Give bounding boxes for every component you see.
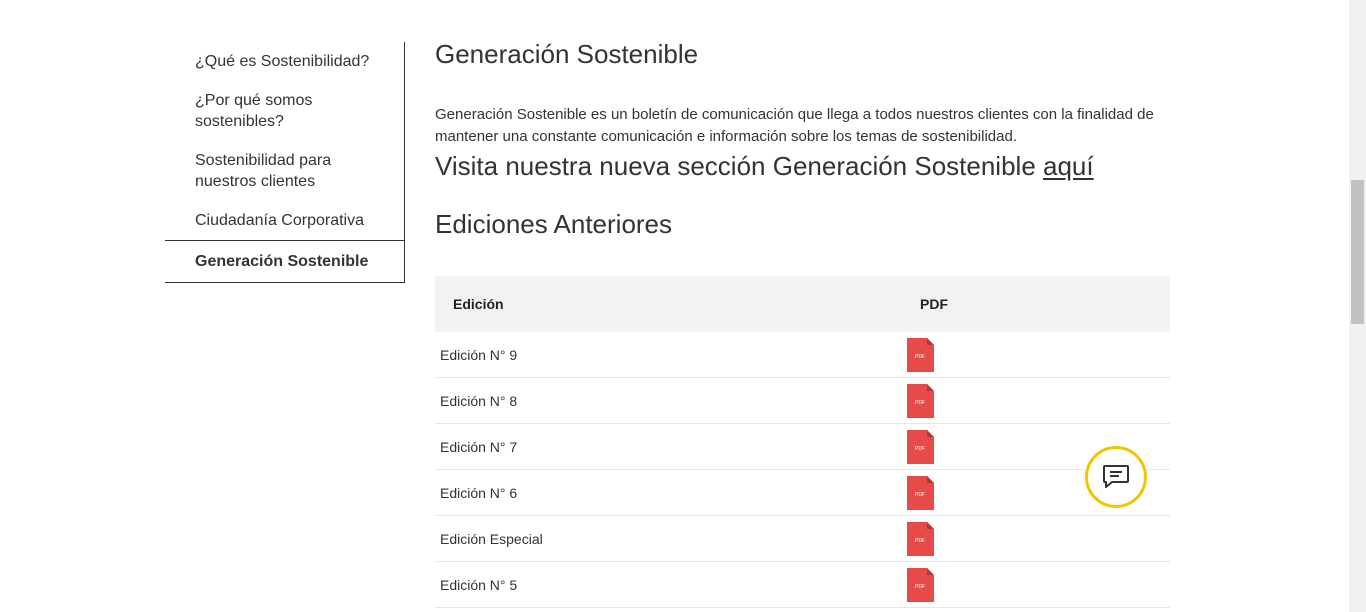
- svg-text:PDF: PDF: [915, 446, 925, 452]
- table-row: Edición N° 5 PDF: [435, 562, 1170, 608]
- table-header: Edición PDF: [435, 276, 1170, 332]
- svg-text:PDF: PDF: [915, 354, 925, 360]
- pdf-file-icon[interactable]: PDF: [907, 383, 934, 418]
- pdf-file-icon[interactable]: PDF: [907, 567, 934, 602]
- table-body: Edición N° 9 PDF Edición N° 8 PDF Edición N°…: [435, 332, 1170, 608]
- pdf-file-icon[interactable]: PDF: [907, 521, 934, 556]
- scrollbar-thumb[interactable]: [1351, 180, 1364, 324]
- sidebar-item-que-es-sostenibilidad[interactable]: ¿Qué es Sostenibilidad?: [165, 42, 404, 81]
- pdf-cell: PDF: [907, 337, 1170, 372]
- pdf-file-icon[interactable]: PDF: [907, 337, 934, 372]
- intro-paragraph: Generación Sostenible es un boletín de c…: [435, 106, 1154, 145]
- table-row: Edición N° 6 PDF: [435, 470, 1170, 516]
- sidebar-nav: ¿Qué es Sostenibilidad? ¿Por qué somos s…: [165, 42, 405, 283]
- vertical-scrollbar[interactable]: [1349, 0, 1366, 612]
- edition-name: Edición N° 6: [440, 484, 518, 501]
- visit-line: Visita nuestra nueva sección Generación …: [435, 148, 1170, 184]
- edition-name: Edición N° 8: [440, 392, 518, 409]
- sidebar-item-ciudadania-corporativa[interactable]: Ciudadanía Corporativa: [165, 201, 404, 240]
- chat-button[interactable]: [1085, 446, 1147, 508]
- column-header-pdf: PDF: [920, 296, 948, 312]
- edition-name: Edición Especial: [440, 530, 543, 547]
- pdf-cell: PDF: [907, 383, 1170, 418]
- pdf-cell: PDF: [907, 521, 1170, 556]
- column-header-edition: Edición: [453, 296, 504, 312]
- section-title: Ediciones Anteriores: [435, 209, 673, 239]
- svg-text:PDF: PDF: [915, 584, 925, 590]
- edition-name: Edición N° 7: [440, 438, 518, 455]
- svg-text:PDF: PDF: [915, 492, 925, 498]
- editions-table: Edición PDF Edición N° 9 PDF Edición N° 8 P…: [435, 276, 1170, 608]
- pdf-file-icon[interactable]: PDF: [907, 475, 934, 510]
- sidebar-item-por-que-somos-sostenibles[interactable]: ¿Por qué somos sostenibles?: [165, 81, 404, 141]
- visit-text: Visita nuestra nueva sección Generación …: [435, 151, 1044, 181]
- pdf-cell: PDF: [907, 567, 1170, 602]
- sidebar-item-sostenibilidad-clientes[interactable]: Sostenibilidad para nuestros clientes: [165, 141, 404, 201]
- chat-icon: [1103, 465, 1129, 488]
- visit-link[interactable]: aquí: [1043, 151, 1094, 181]
- edition-name: Edición N° 5: [440, 576, 518, 593]
- table-row: Edición N° 9 PDF: [435, 332, 1170, 378]
- edition-name: Edición N° 9: [440, 346, 518, 363]
- svg-text:PDF: PDF: [915, 400, 925, 406]
- table-row: Edición N° 7 PDF: [435, 424, 1170, 470]
- pdf-file-icon[interactable]: PDF: [907, 429, 934, 464]
- main-content: Generación Sostenible Generación Sosteni…: [435, 36, 1170, 242]
- svg-text:PDF: PDF: [915, 538, 925, 544]
- table-row: Edición Especial PDF: [435, 516, 1170, 562]
- sidebar-item-generacion-sostenible[interactable]: Generación Sostenible: [165, 240, 404, 283]
- table-row: Edición N° 8 PDF: [435, 378, 1170, 424]
- page-title: Generación Sostenible: [435, 39, 699, 69]
